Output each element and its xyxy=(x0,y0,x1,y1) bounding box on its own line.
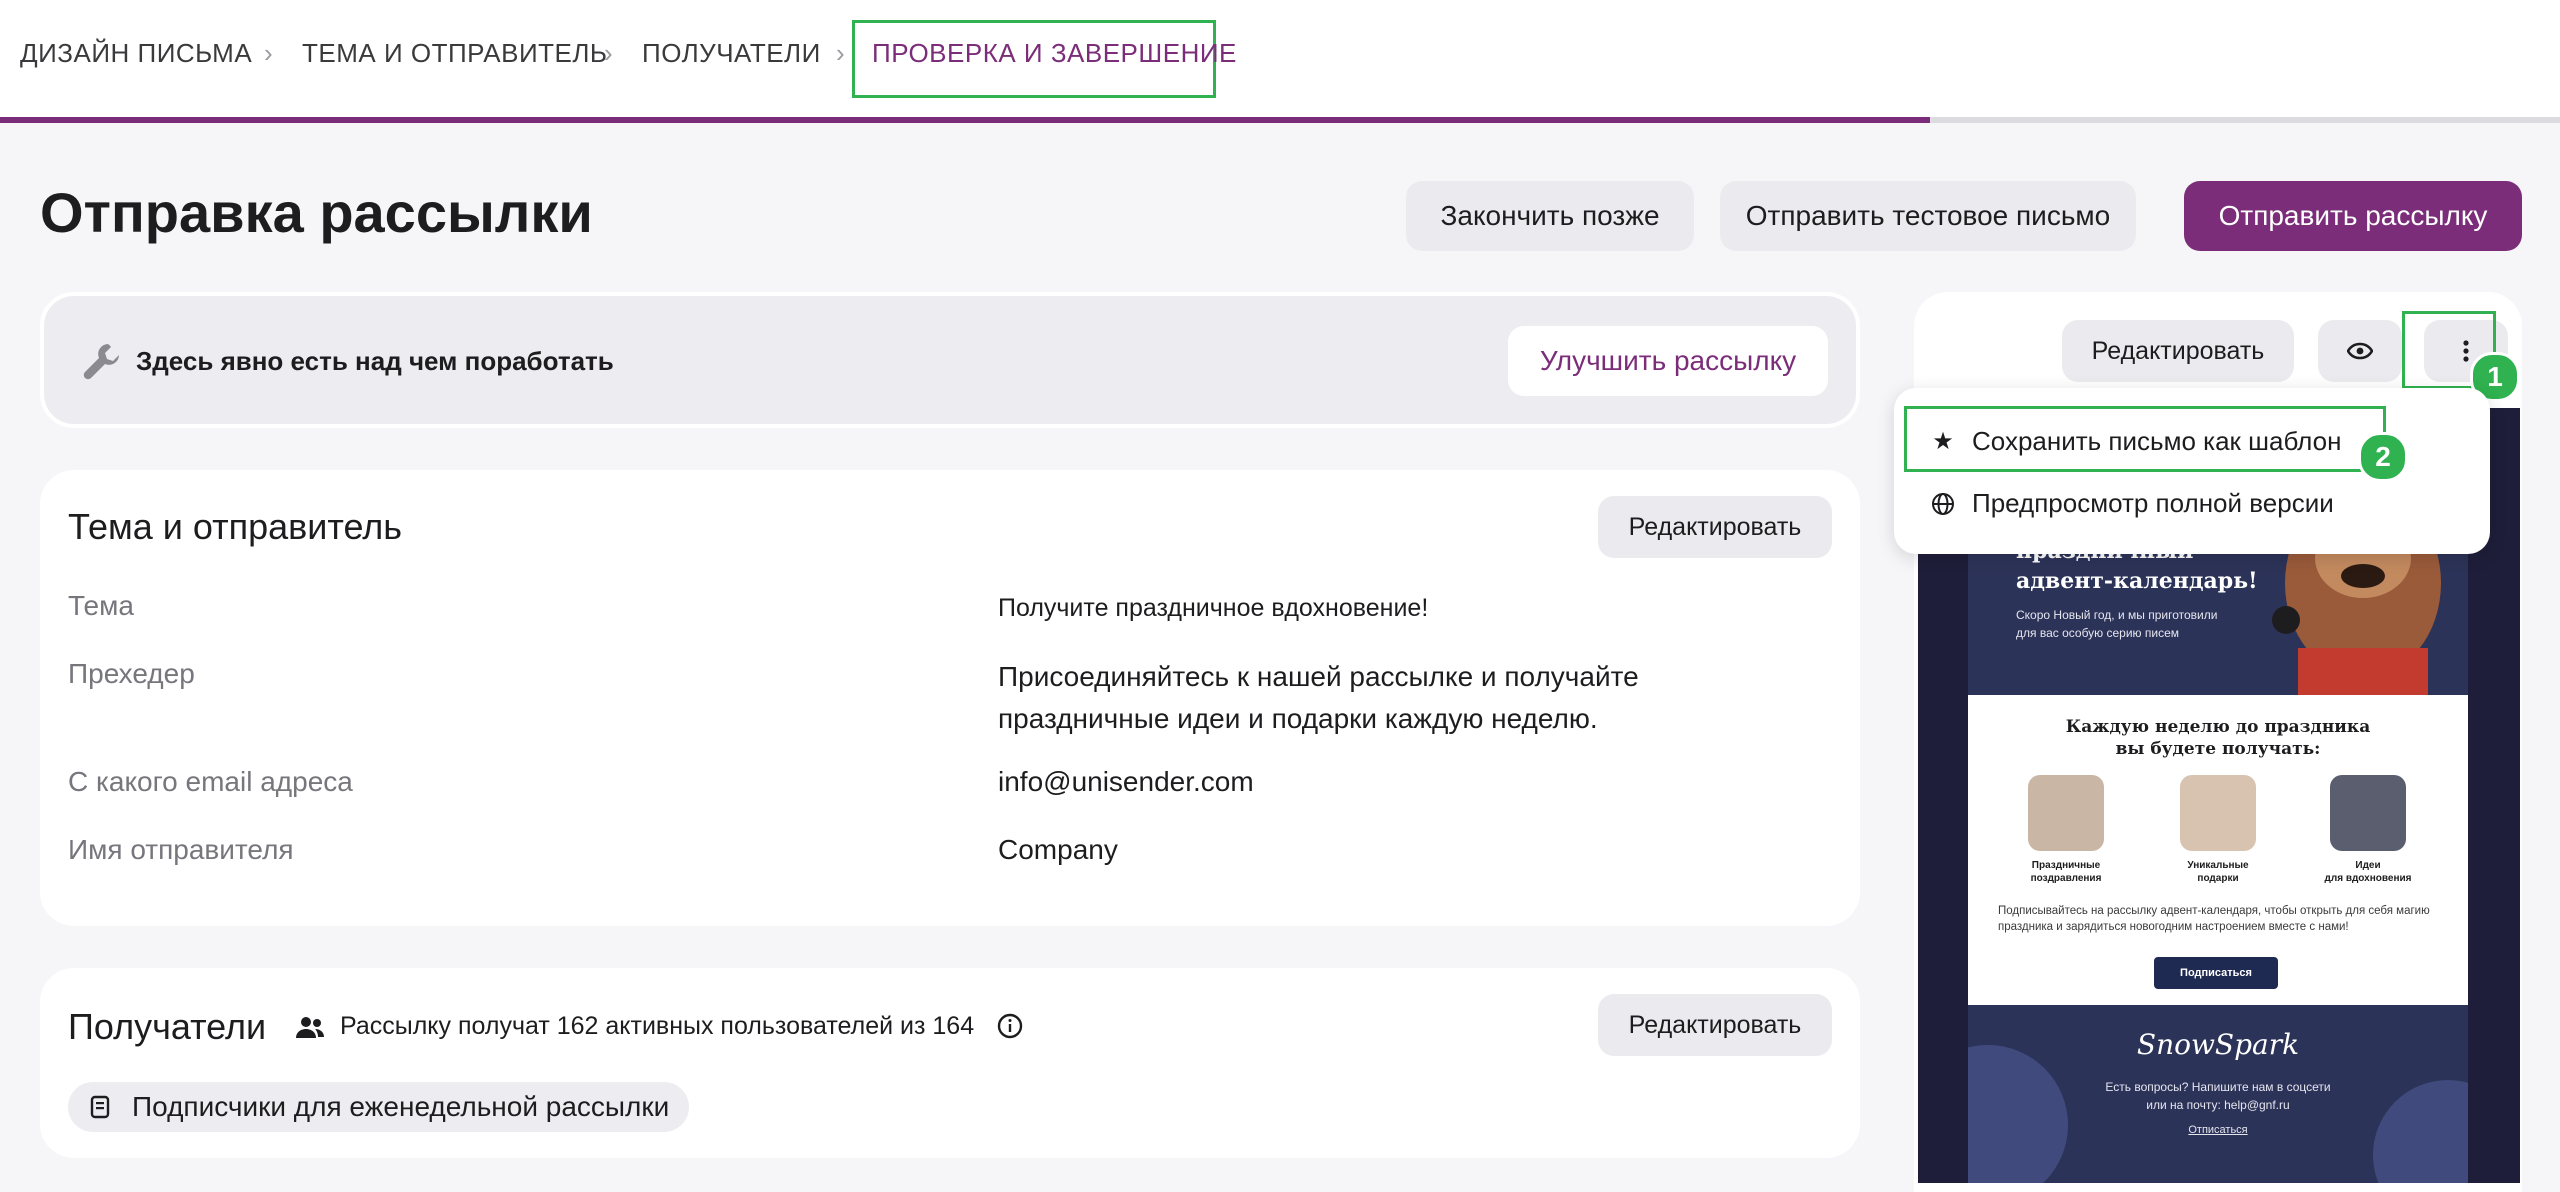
list-tag-label: Подписчики для еженедельной рассылки xyxy=(132,1091,670,1122)
gift-image xyxy=(2028,775,2104,851)
email-footer-line1: Есть вопросы? Напишите нам в соцсети xyxy=(2105,1080,2331,1094)
email-footer-line2: или на почту: help@gnf.ru xyxy=(2146,1098,2290,1112)
chevron-right-icon: › xyxy=(836,38,845,68)
email-heading2: вы будете получать: xyxy=(2115,739,2321,759)
menu-item-full-preview[interactable]: Предпросмотр полной версии xyxy=(1930,488,2334,519)
sender-name-value: Company xyxy=(998,834,1118,865)
info-icon[interactable] xyxy=(996,1012,1024,1040)
email-logo: SnowSpark xyxy=(2136,1028,2300,1061)
email-item-caption: Идеи для вдохновения xyxy=(2324,860,2412,884)
chevron-right-icon: › xyxy=(604,38,613,68)
card-title: Получатели xyxy=(68,1006,267,1047)
list-tag[interactable]: Подписчики для еженедельной рассылки xyxy=(68,1082,690,1132)
email-subscribe-button[interactable]: Подписаться xyxy=(2154,957,2278,989)
subject-value: Получите праздничное вдохновение! xyxy=(998,594,1429,622)
list-icon xyxy=(90,1095,110,1119)
chevron-right-icon: › xyxy=(264,38,273,68)
email-item-caption: Праздничные поздравления xyxy=(2030,860,2102,884)
email-item-caption: Уникальные подарки xyxy=(2187,860,2249,884)
wrench-icon xyxy=(83,344,119,380)
globe-icon xyxy=(1932,492,1954,515)
house-image xyxy=(2180,775,2256,851)
highlight-box xyxy=(1904,406,2386,472)
recipients-summary: Рассылку получат 162 активных пользовате… xyxy=(340,1012,975,1040)
step-recipients[interactable]: ПОЛУЧАТЕЛИ xyxy=(642,38,821,69)
stepper-bar: ДИЗАЙН ПИСЬМА › ТЕМА И ОТПРАВИТЕЛЬ › ПОЛ… xyxy=(0,0,2560,123)
send-test-button[interactable]: Отправить тестовое письмо xyxy=(1720,181,2136,251)
finish-later-button[interactable]: Закончить позже xyxy=(1406,181,1694,251)
progress-fill xyxy=(0,117,1931,123)
send-campaign-button[interactable]: Отправить рассылку xyxy=(2184,181,2522,251)
email-heading1: Каждую неделю до праздника xyxy=(2065,717,2371,737)
subject-sender-card: Тема и отправитель Редактировать Тема По… xyxy=(40,470,1860,926)
from-email-value: info@unisender.com xyxy=(998,766,1254,797)
alert-text: Здесь явно есть над чем поработать xyxy=(136,346,614,376)
preview-eye-button[interactable] xyxy=(2318,320,2402,382)
step-review-finish[interactable]: ПРОВЕРКА И ЗАВЕРШЕНИЕ xyxy=(872,38,1237,69)
improvement-alert: Здесь явно есть над чем поработать Улучш… xyxy=(40,292,1860,428)
people-image xyxy=(2330,775,2406,851)
users-icon xyxy=(296,1017,324,1038)
sender-name-label: Имя отправителя xyxy=(68,834,294,865)
edit-subject-button[interactable]: Редактировать xyxy=(1598,496,1832,558)
step-design[interactable]: ДИЗАЙН ПИСЬМА xyxy=(20,38,252,69)
improve-campaign-button[interactable]: Улучшить рассылку xyxy=(1508,326,1828,396)
step-badge: 2 xyxy=(2358,432,2408,482)
email-body: Каждую неделю до праздника вы будете пол… xyxy=(1968,695,2468,1005)
eye-icon xyxy=(2347,342,2373,360)
card-title: Тема и отправитель xyxy=(68,506,403,547)
subject-label: Тема xyxy=(68,590,134,621)
email-paragraph: Подписывайтесь на рассылку адвент-календ… xyxy=(1998,905,2430,933)
email-unsubscribe-link[interactable]: Отписаться xyxy=(1968,1124,2468,1136)
page-title: Отправка рассылки xyxy=(40,181,593,244)
email-hero-sub2: для вас особую серию писем xyxy=(2016,626,2180,640)
from-email-label: С какого email адреса xyxy=(68,766,353,797)
edit-recipients-button[interactable]: Редактировать xyxy=(1598,994,1832,1056)
preheader-value: Присоединяйтесь к нашей рассылке и получ… xyxy=(998,661,1639,734)
email-hero-sub1: Скоро Новый год, и мы приготовили xyxy=(2016,608,2218,622)
step-subject-sender[interactable]: ТЕМА И ОТПРАВИТЕЛЬ xyxy=(302,38,607,69)
progress-bar xyxy=(0,117,2560,123)
email-hero-line2: адвент-календарь! xyxy=(2016,568,2258,594)
edit-email-button[interactable]: Редактировать xyxy=(2062,320,2294,382)
preheader-label: Прехедер xyxy=(68,658,195,689)
